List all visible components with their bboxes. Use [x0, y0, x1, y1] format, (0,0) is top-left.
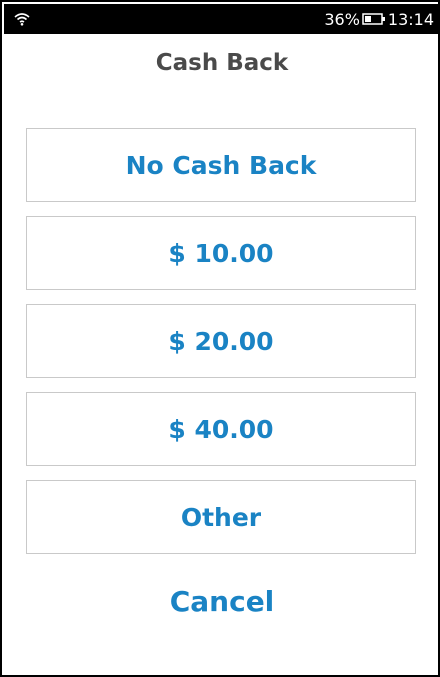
cash-back-40-button[interactable]: $ 40.00: [26, 392, 416, 466]
cash-back-20-button[interactable]: $ 20.00: [26, 304, 416, 378]
page-title: Cash Back: [155, 50, 289, 76]
cash-back-10-button[interactable]: $ 10.00: [26, 216, 416, 290]
status-bar: 36% 13:14: [4, 4, 440, 34]
clock: 13:14: [387, 9, 434, 29]
cancel-button[interactable]: Cancel: [4, 585, 440, 618]
device-frame: 36% 13:14 Cash Back No Cash Back $ 10.00…: [0, 0, 440, 677]
battery-percent: 36%: [324, 9, 360, 29]
other-amount-button[interactable]: Other: [26, 480, 416, 554]
battery-icon: [362, 13, 385, 25]
no-cash-back-button[interactable]: No Cash Back: [26, 128, 416, 202]
wifi-icon: [14, 13, 30, 26]
cash-back-options: No Cash Back $ 10.00 $ 20.00 $ 40.00 Oth…: [26, 128, 416, 568]
status-indicators: 36% 13:14: [324, 9, 434, 29]
